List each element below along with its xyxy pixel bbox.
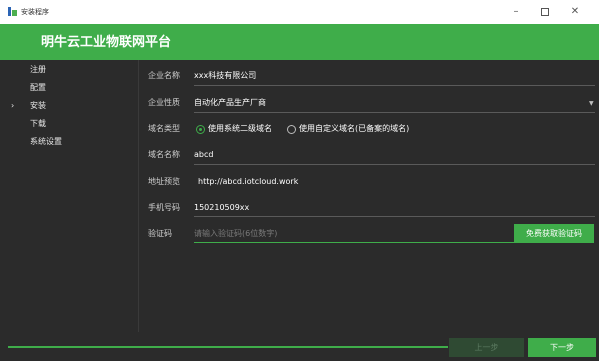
sidebar-item-install[interactable]: 安装 — [30, 100, 46, 112]
sidebar-item-config[interactable]: 配置 — [30, 82, 46, 94]
address-preview-label: 地址预览 — [148, 177, 180, 186]
app-logo-icon — [8, 7, 17, 16]
get-code-button[interactable]: 免费获取验证码 — [514, 224, 594, 243]
phone-label: 手机号码 — [148, 203, 180, 212]
sidebar-divider — [138, 60, 139, 332]
verify-code-underline — [194, 242, 514, 243]
company-name-label: 企业名称 — [148, 71, 180, 80]
sidebar-item-register[interactable]: 注册 — [30, 64, 46, 76]
brand-title: 明牛云工业物联网平台 — [41, 35, 172, 50]
company-name-underline — [194, 85, 595, 86]
domain-name-field[interactable]: abcd — [194, 149, 213, 161]
verify-code-input[interactable]: 请输入验证码(6位数字) — [194, 228, 277, 240]
minimize-button[interactable]: – — [506, 2, 526, 22]
phone-field[interactable]: 150210509xx — [194, 202, 249, 214]
chevron-down-icon[interactable]: ▼ — [589, 99, 594, 109]
domain-name-underline — [194, 164, 595, 165]
verify-code-label: 验证码 — [148, 229, 172, 238]
active-indicator-icon: › — [11, 101, 15, 110]
radio-system-subdomain[interactable] — [196, 125, 205, 134]
sidebar: 注册 配置 › 安装 下载 系统设置 — [0, 60, 138, 332]
close-button[interactable]: ✕ — [565, 2, 585, 22]
progress-line — [8, 346, 448, 348]
radio-system-subdomain-label[interactable]: 使用系统二级域名 — [208, 123, 272, 135]
address-preview-value: http://abcd.iotcloud.work — [198, 177, 299, 186]
company-name-field[interactable]: xxx科技有限公司 — [194, 70, 256, 82]
company-type-label: 企业性质 — [148, 98, 180, 107]
window-titlebar: 安装程序 – ✕ — [0, 0, 599, 24]
prev-button[interactable]: 上一步 — [449, 338, 524, 357]
maximize-icon — [541, 8, 549, 16]
main-panel: 注册 配置 › 安装 下载 系统设置 企业名称 xxx科技有限公司 企业性质 自… — [0, 60, 599, 361]
radio-custom-domain[interactable] — [287, 125, 296, 134]
sidebar-item-download[interactable]: 下载 — [30, 118, 46, 130]
company-type-underline — [194, 112, 595, 113]
sidebar-item-system-settings[interactable]: 系统设置 — [30, 136, 62, 148]
phone-underline — [194, 216, 595, 217]
company-type-select[interactable]: 自动化产品生产厂商 — [194, 97, 266, 109]
maximize-button[interactable] — [535, 2, 555, 22]
domain-type-label: 域名类型 — [148, 124, 180, 133]
radio-custom-domain-label[interactable]: 使用自定义域名(已备案的域名) — [299, 123, 409, 135]
app-header: 明牛云工业物联网平台 — [0, 24, 599, 60]
window-title: 安装程序 — [21, 8, 49, 16]
domain-name-label: 域名名称 — [148, 150, 180, 159]
next-button[interactable]: 下一步 — [528, 338, 596, 357]
